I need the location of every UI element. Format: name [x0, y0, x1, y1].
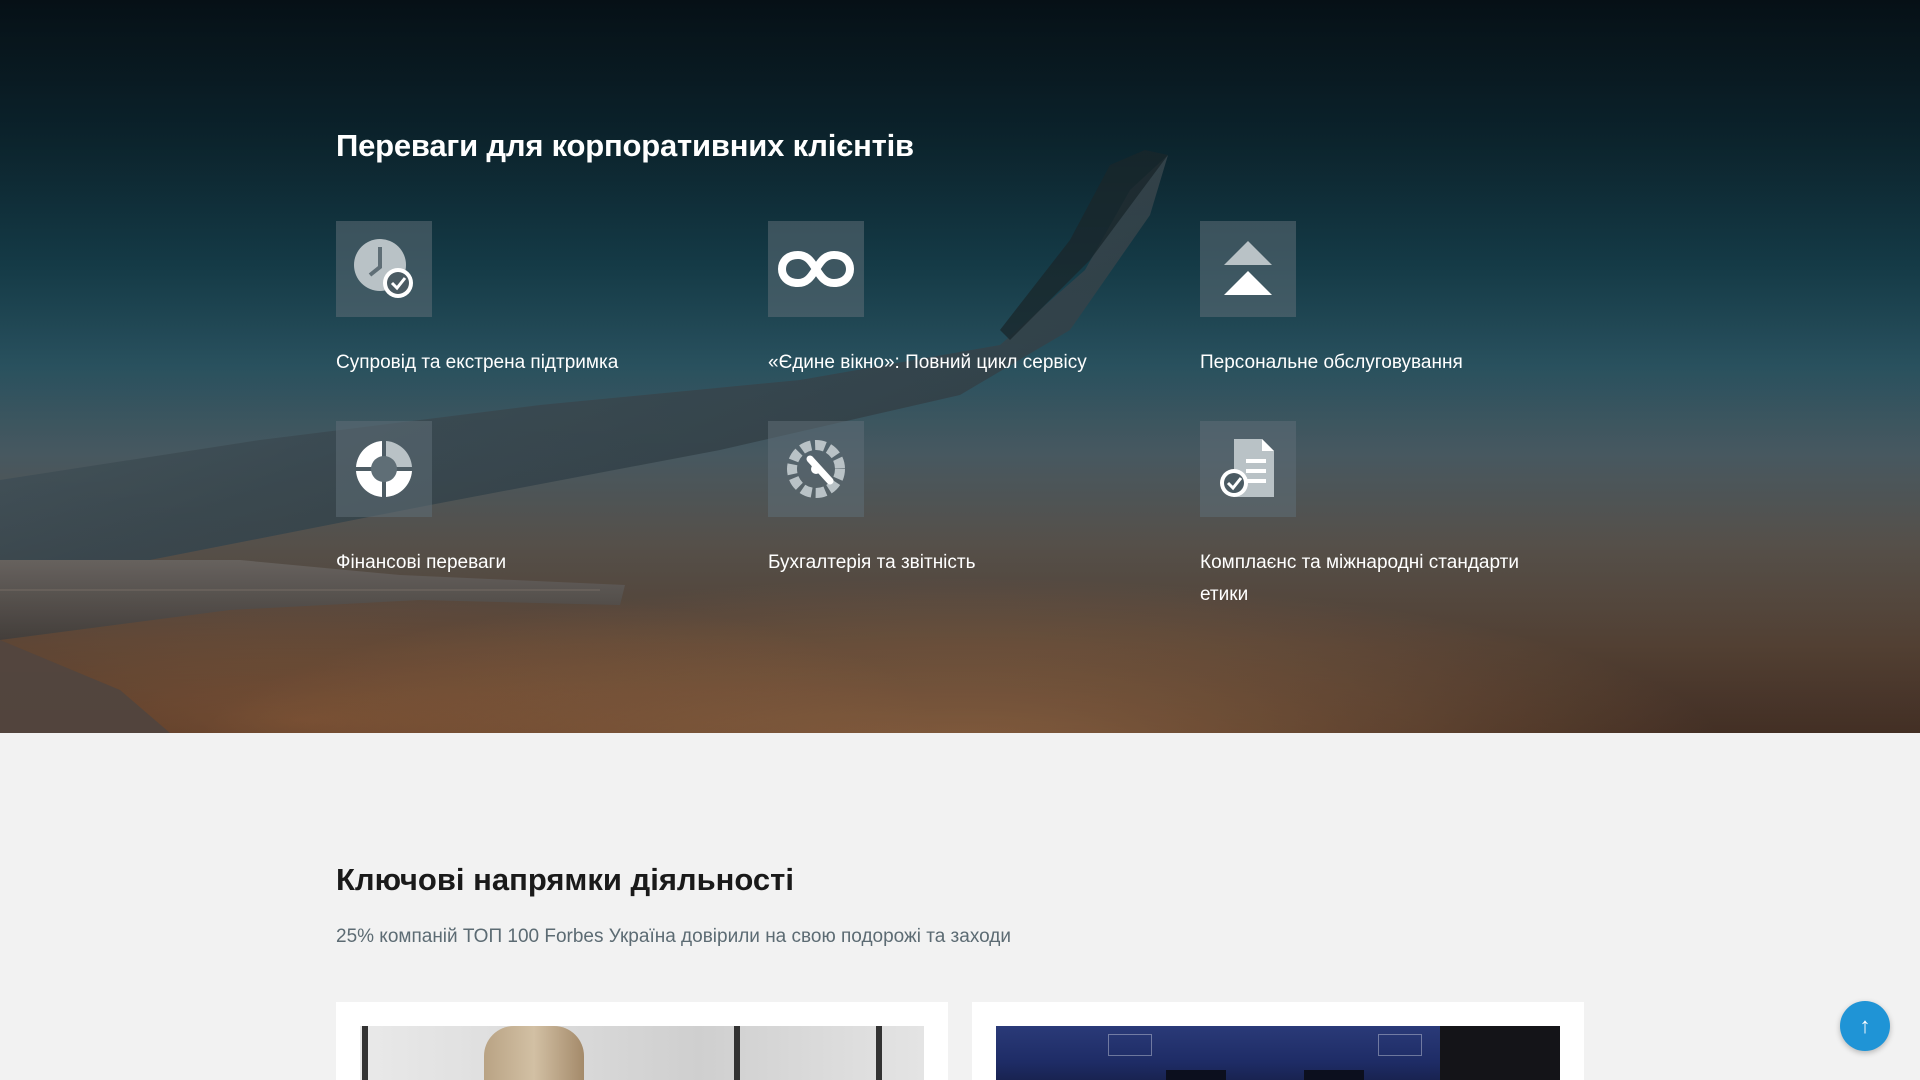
benefits-section: Переваги для корпоративних клієнтів Супр… — [0, 0, 1920, 733]
benefit-label: «Єдине вікно»: Повний цикл сервісу — [768, 352, 1087, 373]
card-photo — [360, 1026, 924, 1080]
pie-chart-icon — [336, 421, 432, 517]
gauge-icon — [768, 421, 864, 517]
benefit-label: Персональне обслуговування — [1200, 352, 1463, 373]
benefit-item: Комплаєнс та міжнародні стандарти етики — [1200, 421, 1600, 611]
scroll-to-top-button[interactable]: ↑ — [1840, 1001, 1890, 1051]
benefit-item: Фінансові переваги — [336, 421, 736, 579]
directions-title: Ключові напрямки діяльності — [336, 862, 794, 897]
benefits-title: Переваги для корпоративних клієнтів — [336, 128, 914, 163]
card-photo — [996, 1026, 1560, 1080]
benefit-item: «Єдине вікно»: Повний цикл сервісу — [768, 221, 1168, 379]
benefit-label: Комплаєнс та міжнародні стандарти етики — [1200, 552, 1519, 605]
direction-card[interactable] — [336, 1002, 948, 1080]
benefit-item: Супровід та екстрена підтримка — [336, 221, 736, 379]
document-check-icon — [1200, 421, 1296, 517]
direction-card[interactable] — [972, 1002, 1584, 1080]
double-chevron-up-icon — [1200, 221, 1296, 317]
infinity-icon — [768, 221, 864, 317]
benefit-label: Бухгалтерія та звітність — [768, 552, 976, 573]
benefit-label: Супровід та екстрена підтримка — [336, 352, 619, 373]
directions-subtitle: 25% компаній ТОП 100 Forbes Україна дові… — [336, 926, 1011, 947]
benefit-item: Персональне обслуговування — [1200, 221, 1600, 379]
benefit-label: Фінансові переваги — [336, 552, 507, 573]
clock-check-icon — [336, 221, 432, 317]
benefit-item: Бухгалтерія та звітність — [768, 421, 1168, 579]
